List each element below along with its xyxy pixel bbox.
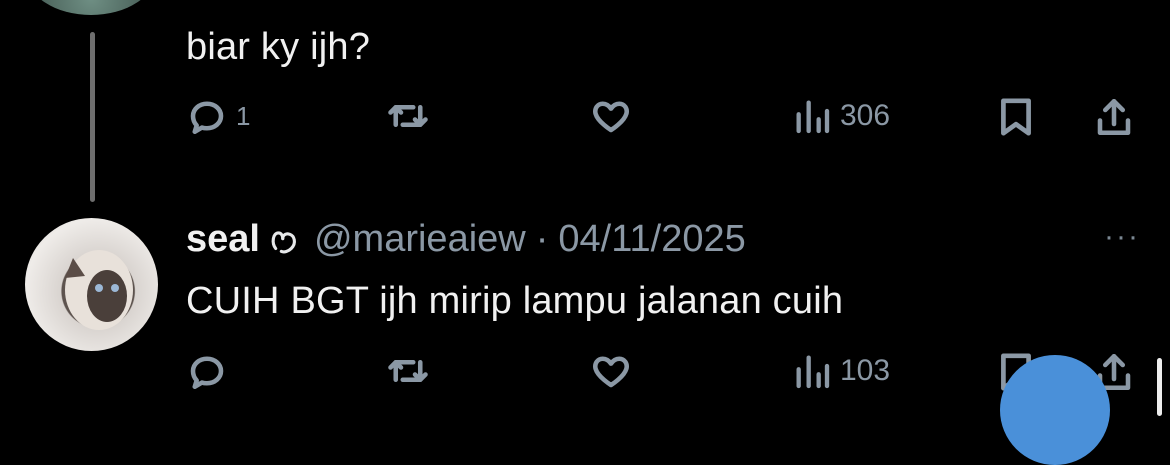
tweet-text: CUIH BGT ijh mirip lampu jalanan cuih — [186, 280, 844, 322]
separator-dot: · — [535, 218, 549, 260]
views-icon — [796, 100, 830, 134]
bookmark-button[interactable] — [998, 95, 1034, 139]
heart-outline-icon — [271, 230, 296, 253]
views-button[interactable]: 306 — [792, 95, 890, 137]
views-count: 103 — [840, 354, 891, 387]
tweet-header: seal @marieaiew · 04/11/2025 — [186, 218, 746, 261]
more-options-button[interactable]: ··· — [1104, 220, 1140, 254]
cat-avatar-image — [65, 250, 133, 330]
views-count: 306 — [840, 99, 891, 132]
share-icon — [1097, 98, 1131, 136]
share-button[interactable] — [1093, 95, 1135, 139]
bookmark-icon — [1001, 98, 1031, 136]
retweet-button[interactable] — [385, 95, 431, 137]
heart-icon — [593, 356, 629, 388]
display-name[interactable]: seal — [186, 218, 260, 261]
user-handle[interactable]: @marieaiew — [314, 218, 526, 261]
reply-icon — [190, 101, 224, 135]
reply-button[interactable] — [186, 350, 228, 392]
scrollbar[interactable] — [1157, 358, 1162, 416]
reply-button[interactable]: 1 — [186, 95, 250, 137]
views-icon — [796, 355, 830, 389]
views-button[interactable]: 103 — [792, 350, 890, 392]
like-button[interactable] — [588, 350, 634, 392]
like-button[interactable] — [588, 95, 634, 137]
tweet-date[interactable]: 04/11/2025 — [558, 218, 745, 261]
avatar[interactable] — [25, 218, 158, 351]
tweet-text: biar ky ijh? — [186, 26, 371, 68]
reply-count: 1 — [236, 100, 251, 131]
heart-icon — [593, 101, 629, 133]
tweet-actions: 1 306 — [0, 95, 1170, 155]
avatar[interactable] — [26, 0, 156, 15]
tweet-actions: 103 — [0, 350, 1170, 410]
retweet-button[interactable] — [385, 350, 431, 392]
reply-icon — [190, 356, 224, 390]
retweet-icon — [388, 359, 428, 383]
retweet-icon — [388, 104, 428, 128]
compose-fab-button[interactable] — [1000, 355, 1110, 465]
